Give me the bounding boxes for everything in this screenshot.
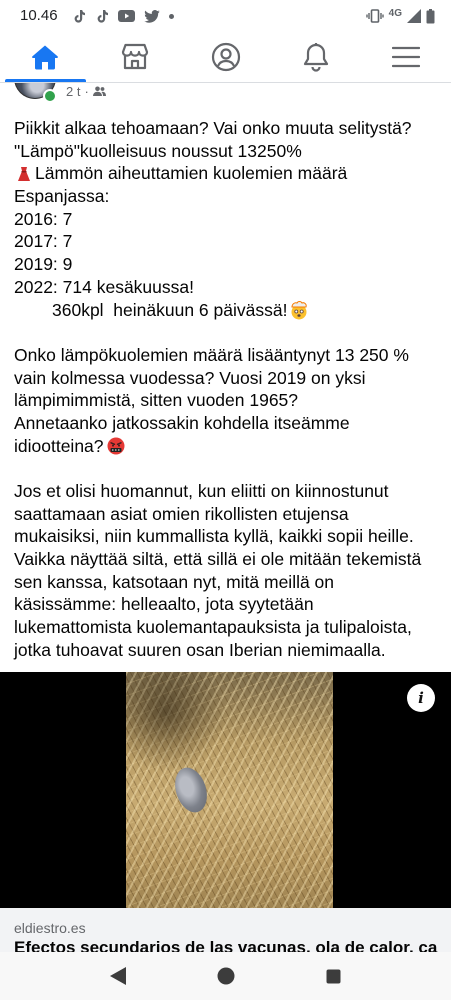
menu-icon	[391, 46, 420, 68]
line-text: vain kolmessa vuodessa? Vuosi 2019 on yk…	[14, 367, 366, 388]
line-text: käsissämme: helleaalto, jota syytetään	[14, 594, 314, 615]
line-text: Lämmön aiheuttamien kuolemien määrä	[35, 163, 348, 184]
line-text: 2019: 9	[14, 254, 73, 275]
post-text-line: lukemattomista kuolemantapauksista ja tu…	[14, 616, 444, 639]
line-text: lukemattomista kuolemantapauksista ja tu…	[14, 617, 412, 638]
post-text-line: sen kanssa, katsotaan nyt, mitä meillä o…	[14, 571, 444, 594]
post-text-line: Lämmön aiheuttamien kuolemien määrä	[14, 162, 444, 185]
line-text: 2016: 7	[14, 208, 73, 229]
post-text-line: käsissämme: helleaalto, jota syytetään	[14, 593, 444, 616]
status-bar: 10.46 4G	[0, 0, 451, 32]
line-text: jotka tuhoavat suuren osan Iberian niemi…	[14, 639, 386, 660]
post-text-line: 2016: 7	[14, 208, 444, 231]
link-title: Efectos secundarios de las vacunas, ola …	[14, 938, 438, 952]
post-timestamp[interactable]: 2 t	[66, 84, 80, 99]
post-text-line: lämpimimmistä, sitten vuoden 1965?	[14, 389, 444, 412]
post-text-line: saattamaan asiat omien rikollisten etuje…	[14, 503, 444, 526]
post-text-line: Jos et olisi huomannut, kun eliitti on k…	[14, 480, 444, 503]
active-tab-indicator	[5, 79, 87, 82]
marketplace-icon	[120, 43, 150, 71]
post-text-line: Vaikka näyttää siltä, että sillä ei ole …	[14, 548, 444, 571]
network-label: 4G	[388, 7, 402, 19]
line-text: Piikkit alkaa tehoamaan? Vai onko muuta …	[14, 118, 412, 138]
post-meta: 2 t ·	[66, 82, 106, 100]
line-text: Vaikka näyttää siltä, että sillä ei ole …	[14, 549, 422, 570]
info-button[interactable]: i	[407, 684, 435, 712]
tab-notifications[interactable]	[271, 32, 361, 82]
post-text[interactable]: Piikkit alkaa tehoamaan? Vai onko muuta …	[14, 117, 444, 662]
post-text-line: Espanjassa:	[14, 185, 444, 208]
post-text-line: vain kolmessa vuodessa? Vuosi 2019 on yk…	[14, 367, 444, 390]
back-icon[interactable]	[106, 964, 130, 988]
tab-home[interactable]	[0, 32, 90, 82]
signal-icon	[407, 9, 421, 23]
online-status-dot	[43, 89, 57, 103]
link-domain: eldiestro.es	[14, 920, 86, 936]
link-preview[interactable]: eldiestro.es Efectos secundarios de las …	[0, 908, 451, 952]
line-text: mukaisiksi, niin kummallista kyllä, kaik…	[14, 526, 414, 547]
post-text-line: 2017: 7	[14, 230, 444, 253]
line-text: Jos et olisi huomannut, kun eliitti on k…	[14, 481, 389, 501]
post-text-line: "Lämpö"kuolleisuus noussut 13250%	[14, 140, 444, 163]
info-icon: i	[418, 689, 424, 707]
line-text: "Lämpö"kuolleisuus noussut 13250%	[14, 140, 302, 161]
twitter-icon	[144, 9, 160, 23]
angry-face-emoji-icon	[106, 436, 126, 456]
post-text-line: 2022: 714 kesäkuussa!	[14, 276, 444, 299]
line-text: sen kanssa, katsotaan nyt, mitä meillä o…	[14, 571, 335, 592]
profile-icon	[211, 42, 241, 72]
post-text-line: Annetaanko jatkossakin kohdella itseämme	[14, 412, 444, 435]
post-text-line: Onko lämpökuolemien määrä lisääntynyt 13…	[14, 344, 444, 367]
bell-icon	[303, 42, 329, 72]
line-text: Espanjassa:	[14, 186, 110, 207]
battery-icon	[426, 8, 435, 24]
vibrate-icon	[365, 9, 384, 23]
home-icon	[31, 44, 59, 70]
tab-profile[interactable]	[180, 32, 270, 82]
meta-separator: ·	[84, 83, 89, 99]
post-paragraph: Piikkit alkaa tehoamaan? Vai onko muuta …	[14, 117, 444, 321]
tiktok-icon	[72, 9, 86, 24]
post-text-line: jotka tuhoavat suuren osan Iberian niemi…	[14, 639, 444, 662]
line-text: 2017: 7	[14, 231, 73, 252]
youtube-icon	[118, 10, 135, 22]
red-emoji-icon	[14, 164, 34, 184]
recents-icon[interactable]	[321, 964, 345, 988]
post-text-line: idiootteina?	[14, 435, 444, 458]
post-paragraph: Onko lämpökuolemien määrä lisääntynyt 13…	[14, 344, 444, 457]
top-navigation	[0, 32, 451, 83]
video-player[interactable]: i	[0, 672, 451, 908]
video-thumbnail[interactable]	[126, 672, 333, 908]
line-text: 2022: 714 kesäkuussa!	[14, 276, 194, 297]
line-text: Annetaanko jatkossakin kohdella itseämme	[14, 412, 350, 433]
line-text: lämpimimmistä, sitten vuoden 1965?	[14, 390, 299, 411]
line-text: saattamaan asiat omien rikollisten etuje…	[14, 503, 349, 524]
system-icons: 4G	[365, 7, 435, 24]
status-time: 10.46	[20, 7, 58, 24]
home-circle-icon[interactable]	[214, 964, 238, 988]
post-paragraph: Jos et olisi huomannut, kun eliitti on k…	[14, 480, 444, 662]
post-text-line: Piikkit alkaa tehoamaan? Vai onko muuta …	[14, 117, 444, 140]
more-dot-icon	[169, 13, 174, 19]
tab-marketplace[interactable]	[90, 32, 180, 82]
post-text-line: mukaisiksi, niin kummallista kyllä, kaik…	[14, 525, 444, 548]
post-text-line: 360kpl heinäkuun 6 päivässä!	[14, 299, 444, 322]
post-text-line: 2019: 9	[14, 253, 444, 276]
line-text: Onko lämpökuolemien määrä lisääntynyt 13…	[14, 344, 409, 365]
line-text: 360kpl heinäkuun 6 päivässä!	[52, 299, 288, 320]
notification-icons	[72, 8, 174, 24]
thumbnail-shadow	[126, 672, 226, 772]
tab-menu[interactable]	[361, 32, 451, 82]
friends-icon[interactable]	[92, 86, 106, 96]
tiktok-icon	[95, 9, 109, 24]
android-navigation-bar	[0, 952, 451, 1000]
line-text: idiootteina?	[14, 435, 104, 456]
exploding-head-emoji-icon	[289, 300, 309, 320]
